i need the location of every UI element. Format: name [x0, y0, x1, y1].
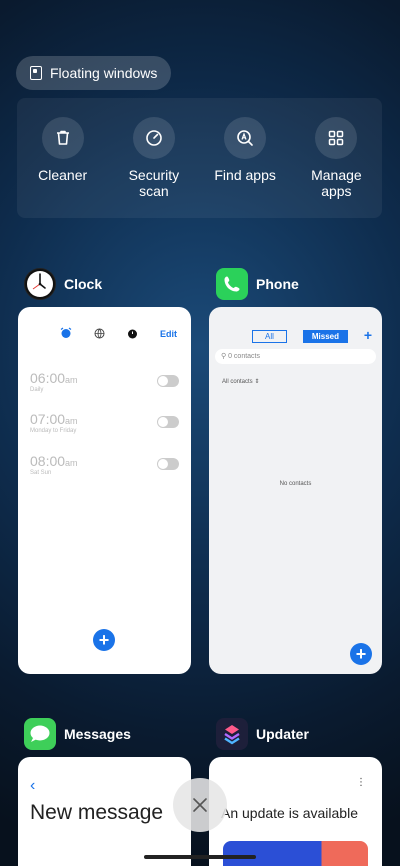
messages-app-header[interactable]: Messages	[24, 718, 131, 750]
alarm-repeat: Monday to Friday	[30, 428, 77, 434]
home-indicator[interactable]	[144, 855, 256, 859]
search-apps-icon	[224, 117, 267, 159]
trash-icon	[41, 117, 84, 159]
tab-all[interactable]: All	[252, 330, 287, 343]
back-icon[interactable]: ‹	[30, 777, 191, 795]
alarm-time: 06:00	[30, 370, 66, 386]
cleaner-label: Cleaner	[38, 167, 88, 183]
tab-missed[interactable]: Missed	[302, 330, 349, 343]
call-filter-tabs: All Missed	[252, 330, 349, 343]
clock-app-icon	[24, 268, 56, 300]
alarm-ampm: am	[65, 375, 78, 385]
floating-windows-button[interactable]: Floating windows	[16, 56, 172, 90]
manage-apps-button[interactable]: Manage apps	[294, 117, 378, 218]
contacts-search-input[interactable]: ⚲ 0 contacts	[215, 349, 376, 364]
phone-app-card[interactable]: All Missed + ⚲ 0 contacts All contacts ⇕…	[209, 307, 382, 674]
clock-edit-button[interactable]: Edit	[160, 329, 177, 339]
grid-icon	[315, 117, 358, 159]
phone-app-icon	[216, 268, 248, 300]
alarm-toggle[interactable]	[157, 416, 179, 428]
clock-app-card[interactable]: Edit 06:00am Daily 07:00am Monday to Fri…	[18, 307, 191, 674]
security-scan-button[interactable]: Security scan	[112, 117, 196, 218]
search-placeholder: 0 contacts	[228, 353, 261, 360]
alarm-toggle[interactable]	[157, 458, 179, 470]
update-banner-image	[223, 841, 368, 866]
phone-app-name: Phone	[256, 276, 299, 292]
manage-apps-label: Manage apps	[311, 167, 362, 199]
updater-app-icon	[216, 718, 248, 750]
add-contact-icon[interactable]: +	[364, 327, 372, 343]
alarm-ampm: am	[65, 416, 78, 426]
alarm-ampm: am	[65, 458, 78, 468]
quick-actions-panel: Cleaner Security scan Find apps Manage a…	[17, 98, 382, 218]
messages-app-name: Messages	[64, 726, 131, 742]
floating-window-icon	[30, 66, 42, 80]
phone-app-header[interactable]: Phone	[216, 268, 299, 300]
close-icon	[193, 798, 207, 812]
alarm-repeat: Daily	[30, 387, 44, 393]
close-all-button[interactable]	[173, 778, 227, 832]
alarm-toggle[interactable]	[157, 375, 179, 387]
clock-app-name: Clock	[64, 276, 103, 292]
clock-toolbar: Edit	[18, 307, 191, 341]
updater-app-card[interactable]: ⋮ An update is available	[209, 757, 382, 866]
floating-windows-label: Floating windows	[50, 65, 158, 81]
messages-app-icon	[24, 718, 56, 750]
add-alarm-button[interactable]: +	[93, 629, 115, 651]
empty-state: No contacts	[279, 481, 312, 487]
alarm-repeat: Sat Sun	[30, 470, 52, 476]
find-apps-button[interactable]: Find apps	[203, 117, 287, 218]
all-contacts-label: All contacts	[222, 379, 253, 385]
more-options-icon[interactable]: ⋮	[356, 777, 366, 788]
world-clock-icon[interactable]	[94, 328, 105, 341]
dialpad-button[interactable]: +	[350, 643, 372, 665]
alarm-icon[interactable]	[60, 327, 72, 341]
find-apps-label: Find apps	[214, 167, 276, 183]
clock-app-header[interactable]: Clock	[24, 268, 102, 300]
chevron-updown-icon: ⇕	[254, 379, 260, 385]
search-icon: ⚲	[221, 353, 227, 360]
alarm-time: 07:00	[30, 411, 66, 427]
messages-app-card[interactable]: ‹ New message	[18, 757, 191, 866]
new-message-title: New message	[30, 801, 164, 824]
gauge-icon	[132, 117, 175, 159]
alarm-time: 08:00	[30, 453, 66, 469]
updater-app-name: Updater	[256, 726, 309, 742]
updater-app-header[interactable]: Updater	[216, 718, 309, 750]
cleaner-button[interactable]: Cleaner	[21, 117, 105, 218]
all-contacts-dropdown[interactable]: All contacts ⇕	[222, 378, 259, 385]
stopwatch-icon[interactable]	[127, 328, 138, 341]
update-available-title: An update is available	[221, 805, 358, 821]
security-scan-label: Security scan	[128, 167, 180, 199]
